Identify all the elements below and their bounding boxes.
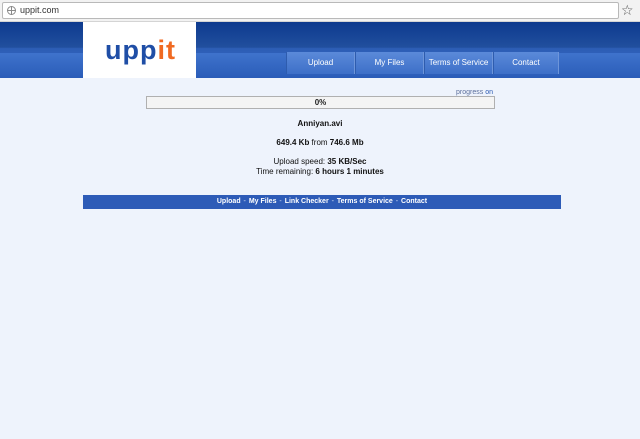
progress-on-link[interactable]: on: [485, 89, 493, 96]
url-text[interactable]: uppit.com: [20, 5, 59, 15]
site-header: uppit Upload My Files Terms of Service C…: [0, 22, 640, 78]
file-name: Anniyan.avi: [297, 119, 343, 128]
footer-link-upload[interactable]: Upload: [217, 198, 241, 205]
browser-toolbar: uppit.com ☆: [0, 0, 640, 22]
nav-terms-of-service[interactable]: Terms of Service: [424, 52, 493, 74]
progress-label: progress on: [456, 89, 493, 96]
time-remaining: Time remaining: 6 hours 1 minutes: [256, 167, 384, 176]
size-status: 649.4 Kb from 746.6 Mb: [276, 138, 364, 147]
uploaded-size: 649.4 Kb: [276, 138, 310, 147]
time-remaining-value: 6 hours 1 minutes: [315, 167, 384, 176]
nav-contact[interactable]: Contact: [493, 52, 559, 74]
footer-link-terms-of-service[interactable]: Terms of Service: [337, 198, 393, 205]
footer-links: Upload - My Files - Link Checker - Terms…: [83, 195, 561, 209]
logo[interactable]: uppit: [83, 22, 196, 78]
total-size: 746.6 Mb: [329, 138, 364, 147]
footer-link-link-checker[interactable]: Link Checker: [285, 198, 329, 205]
upload-speed: Upload speed: 35 KB/Sec: [273, 157, 367, 166]
address-bar[interactable]: uppit.com: [2, 2, 619, 19]
star-icon[interactable]: ☆: [621, 2, 634, 18]
progress-percent: 0%: [314, 98, 327, 107]
main-nav: Upload My Files Terms of Service Contact: [286, 52, 559, 74]
nav-upload[interactable]: Upload: [286, 52, 355, 74]
footer-link-contact[interactable]: Contact: [401, 198, 427, 205]
nav-my-files[interactable]: My Files: [355, 52, 424, 74]
upload-speed-value: 35 KB/Sec: [327, 157, 367, 166]
logo-text: uppit: [105, 35, 176, 65]
globe-icon: [7, 6, 16, 15]
footer-link-my-files[interactable]: My Files: [249, 198, 277, 205]
progress-bar: 0%: [146, 96, 495, 109]
